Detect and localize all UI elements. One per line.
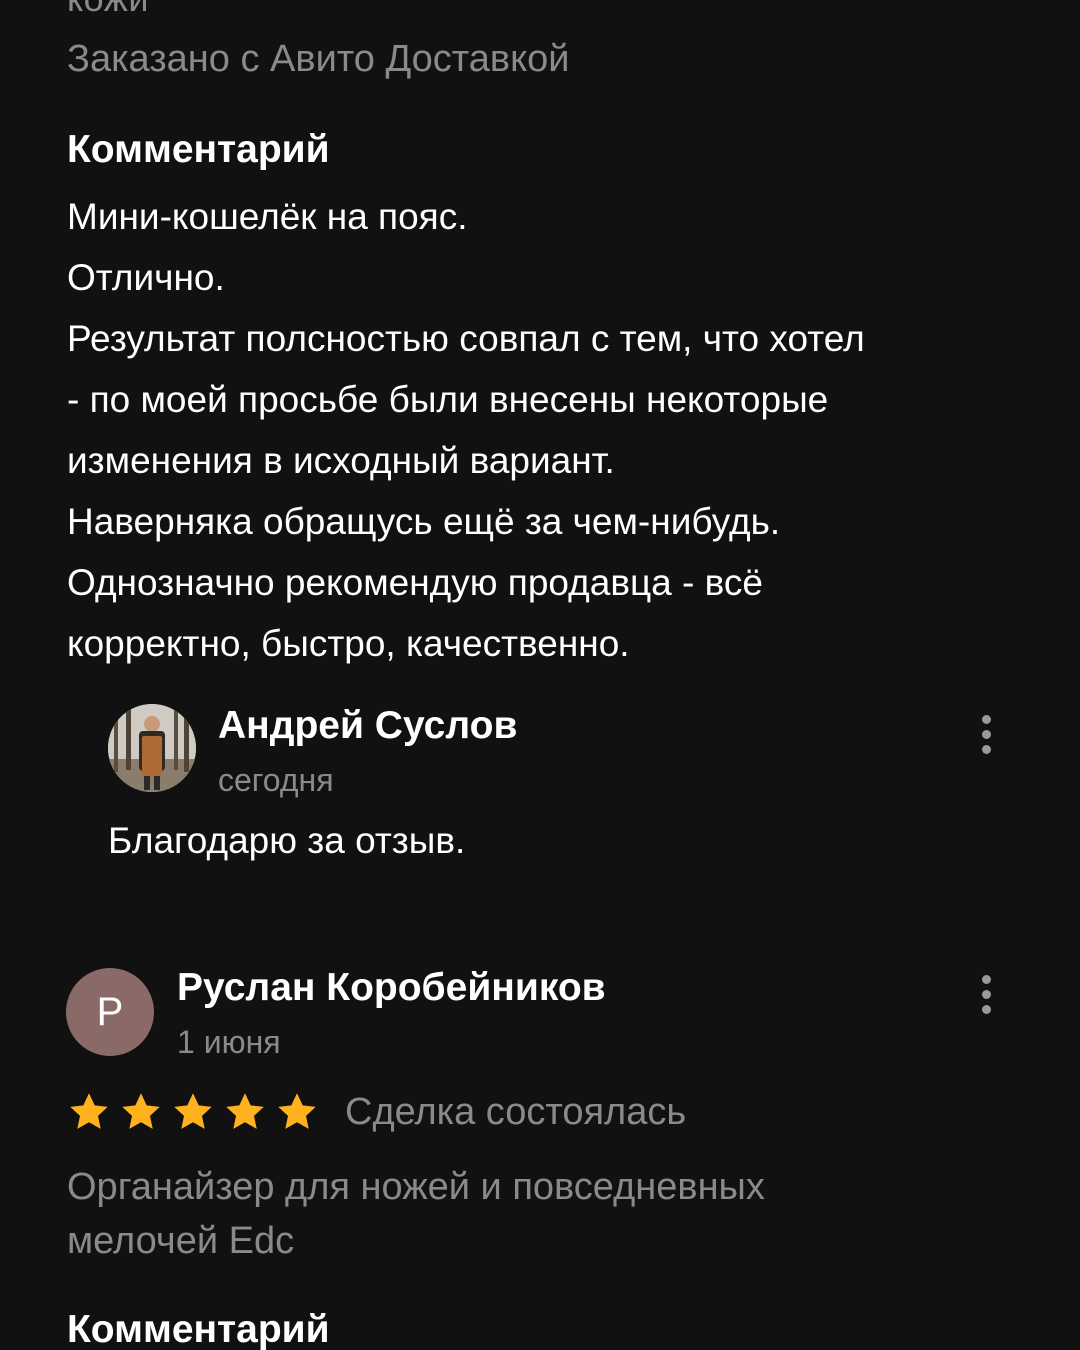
comment-text: Мини-кошелёк на пояс. Отлично. Результат… <box>67 186 1027 674</box>
comment-heading: Комментарий <box>67 128 330 171</box>
delivery-note: Заказано с Авито Доставкой <box>67 38 570 80</box>
more-vertical-icon <box>981 714 991 724</box>
star-rating <box>67 1090 327 1134</box>
more-vertical-icon <box>981 1004 991 1014</box>
deal-status: Сделка состоялась <box>345 1090 687 1133</box>
comment-line: корректно, быстро, качественно. <box>67 623 630 664</box>
comment-line: - по моей просьбе были внесены некоторые <box>67 379 829 420</box>
seller-name[interactable]: Андрей Суслов <box>218 704 517 748</box>
comment-line: Однозначно рекомендую продавца - всё <box>67 562 763 603</box>
more-vertical-icon <box>981 729 991 739</box>
star-icon <box>122 1093 160 1129</box>
product-title-line: мелочей Edc <box>67 1220 295 1262</box>
rating-row: Сделка состоялась <box>67 1090 686 1134</box>
photo-avatar-icon <box>108 704 196 792</box>
reply-text: Благодарю за отзыв. <box>108 820 466 861</box>
review-menu-button[interactable] <box>966 964 1006 1024</box>
product-title-line: Органайзер для ножей и повседневных <box>67 1166 765 1208</box>
seller-avatar[interactable] <box>108 704 196 792</box>
star-icon <box>70 1093 108 1129</box>
clipped-product-text: кожи <box>67 0 149 20</box>
product-title[interactable]: Органайзер для ножей и повседневных мело… <box>67 1160 967 1268</box>
more-vertical-icon <box>981 744 991 754</box>
user-avatar[interactable]: Р <box>66 968 154 1056</box>
comment-line: Результат полсностью совпал с тем, что х… <box>67 318 865 359</box>
more-vertical-icon <box>981 989 991 999</box>
star-icon <box>278 1093 316 1129</box>
reviews-page: кожи Заказано с Авито Доставкой Коммента… <box>0 0 1080 1350</box>
comment-line: Отлично. <box>67 257 225 298</box>
review-date: 1 июня <box>177 1024 281 1060</box>
comment-line: Мини-кошелёк на пояс. <box>67 196 468 237</box>
reply-menu-button[interactable] <box>966 704 1006 764</box>
star-icon <box>226 1093 264 1129</box>
star-icon <box>174 1093 212 1129</box>
reply-date: сегодня <box>218 762 334 798</box>
comment-line: изменения в исходный вариант. <box>67 440 615 481</box>
more-vertical-icon <box>981 974 991 984</box>
reviewer-name[interactable]: Руслан Коробейников <box>177 966 606 1010</box>
comment-line: Наверняка обращусь ещё за чем-нибудь. <box>67 501 781 542</box>
comment-heading: Комментарий <box>67 1308 330 1350</box>
